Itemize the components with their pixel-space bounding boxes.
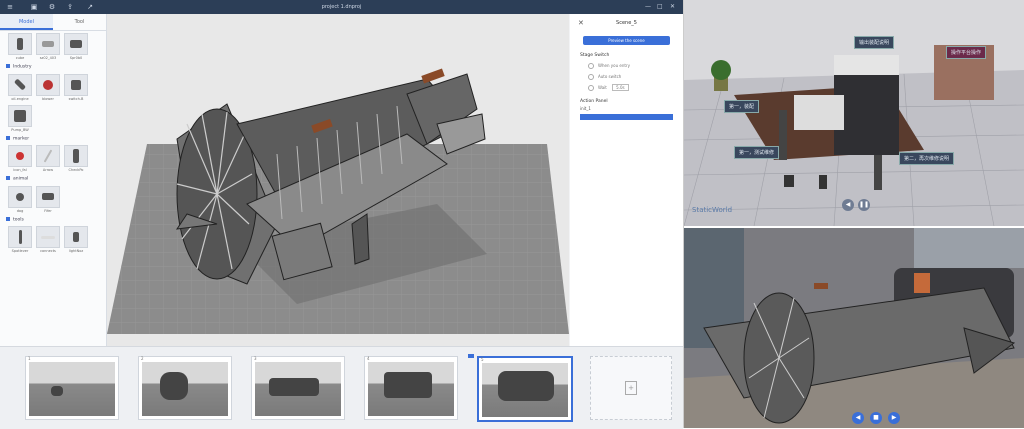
add-frame-icon[interactable]: + bbox=[625, 381, 637, 395]
timeline-frame[interactable]: 1 bbox=[25, 356, 119, 420]
library-item[interactable]: sz02_403 bbox=[36, 33, 60, 60]
library-item[interactable]: blower bbox=[36, 73, 60, 101]
add-frame-slot[interactable]: + bbox=[590, 356, 672, 420]
model-library-panel: Model Tool cube sz02_403 Spr0b0 Industry… bbox=[0, 14, 107, 346]
stage-option[interactable]: Wait 5.0s bbox=[588, 84, 683, 91]
action-panel-heading: Action Panel bbox=[580, 99, 608, 104]
category-header[interactable]: animal bbox=[0, 174, 106, 184]
radio-icon[interactable] bbox=[588, 85, 594, 91]
next-icon[interactable]: ▶ bbox=[888, 412, 900, 424]
ar-living-room-photo: ◀ ■ ▶ bbox=[684, 228, 1024, 428]
library-item[interactable]: lightNoz bbox=[64, 226, 88, 253]
category-header[interactable]: tools bbox=[0, 215, 106, 225]
stage-option[interactable]: Auto switch bbox=[588, 74, 683, 80]
tab-model[interactable]: Model bbox=[0, 14, 53, 30]
ar-label: 第二，再次维修说明 bbox=[899, 152, 955, 165]
timeline-frame[interactable]: 3 bbox=[251, 356, 345, 420]
living-room-scene bbox=[684, 228, 1024, 428]
timeline-frame[interactable]: 2 bbox=[138, 356, 232, 420]
library-item[interactable]: switch-B bbox=[64, 73, 88, 101]
preview-button[interactable]: Preview the scene bbox=[583, 36, 670, 45]
prev-icon[interactable]: ◀ bbox=[842, 199, 854, 211]
maximize-icon[interactable]: □ bbox=[657, 3, 663, 10]
radio-icon[interactable] bbox=[588, 63, 594, 69]
library-item[interactable]: CheckPo bbox=[64, 145, 88, 172]
library-item[interactable]: Fifer bbox=[36, 185, 60, 213]
timeline-frame-active[interactable]: 5 bbox=[477, 356, 573, 422]
library-row: Pump_BW bbox=[0, 103, 106, 134]
category-header[interactable]: Industry bbox=[0, 62, 106, 72]
scene-render bbox=[107, 68, 569, 334]
properties-panel: ✕ Scene_5 Preview the scene Stage Switch… bbox=[570, 14, 683, 346]
ar-office-photo: 输出装配说明 操作平台操作 第一，装配 第一，测试维修 第二，再次维修说明 St… bbox=[684, 0, 1024, 226]
minimize-icon[interactable]: — bbox=[645, 3, 651, 10]
action-select[interactable] bbox=[580, 114, 673, 120]
library-item[interactable]: cube bbox=[8, 33, 32, 60]
ar-label: 第一，装配 bbox=[724, 100, 760, 113]
library-row: cube sz02_403 Spr0b0 bbox=[0, 31, 106, 62]
stage-switch-heading: Stage Switch bbox=[580, 53, 610, 58]
library-item[interactable]: icon_fal bbox=[8, 145, 32, 172]
brand-watermark: StaticWorld bbox=[692, 206, 733, 214]
close-icon[interactable]: ✕ bbox=[578, 19, 584, 27]
office-scene bbox=[684, 0, 1024, 226]
tab-tool[interactable]: Tool bbox=[53, 14, 106, 30]
library-row: Spotlever connects lightNoz bbox=[0, 224, 106, 255]
ar-label: 输出装配说明 bbox=[854, 36, 895, 49]
playhead-marker[interactable] bbox=[468, 354, 474, 358]
library-item[interactable]: Spr0b0 bbox=[64, 33, 88, 60]
timeline-strip: 1 2 3 4 5 + bbox=[0, 346, 683, 429]
ar-label: 操作平台操作 bbox=[946, 46, 987, 59]
stop-icon[interactable]: ■ bbox=[870, 412, 882, 424]
library-row: icon_fal Arrow CheckPo bbox=[0, 143, 106, 174]
library-item[interactable]: Pump_BW bbox=[8, 104, 32, 132]
prev-icon[interactable]: ◀ bbox=[852, 412, 864, 424]
library-item[interactable]: Spotlever bbox=[8, 226, 32, 253]
editor-window: ≡ ▣ ⚙ ⇪ ↗ project 1.dnproj — □ ✕ Model T… bbox=[0, 0, 684, 429]
library-item[interactable]: Arrow bbox=[36, 145, 60, 172]
pause-icon[interactable]: ❚❚ bbox=[858, 199, 870, 211]
library-row: oil-engine blower switch-B bbox=[0, 72, 106, 103]
library-item[interactable]: dog bbox=[8, 185, 32, 213]
3d-viewport[interactable] bbox=[107, 14, 569, 346]
action-field-label: init_1 bbox=[580, 106, 591, 111]
window-title: project 1.dnproj bbox=[321, 4, 362, 10]
category-header[interactable]: marker bbox=[0, 134, 106, 144]
library-row: dog Fifer bbox=[0, 184, 106, 215]
ar-label: 第一，测试维修 bbox=[734, 146, 780, 159]
close-window-icon[interactable]: ✕ bbox=[670, 3, 675, 10]
wait-input[interactable]: 5.0s bbox=[612, 84, 629, 91]
stage-option[interactable]: When you entry bbox=[588, 63, 683, 69]
title-bar: ≡ ▣ ⚙ ⇪ ↗ project 1.dnproj — □ ✕ bbox=[0, 0, 683, 14]
timeline-frame[interactable]: 4 bbox=[364, 356, 458, 420]
radio-icon[interactable] bbox=[588, 74, 594, 80]
library-item[interactable]: oil-engine bbox=[8, 73, 32, 101]
library-item[interactable]: connects bbox=[36, 226, 60, 253]
scene-title: Scene_5 bbox=[616, 20, 637, 26]
